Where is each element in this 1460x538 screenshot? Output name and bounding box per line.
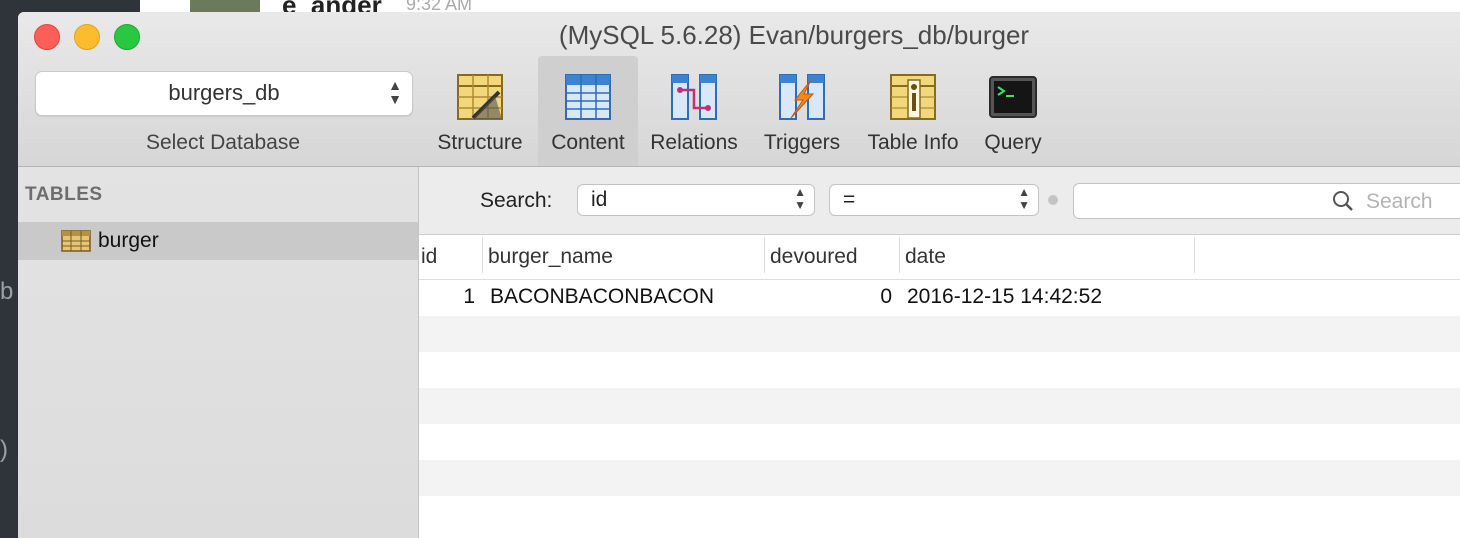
chevron-up-down-icon: ▲ ▼ <box>388 77 402 107</box>
tab-query[interactable]: Query <box>963 56 1063 166</box>
column-header-row: id burger_name devoured date <box>419 235 1460 280</box>
filter-operator-value: = <box>843 188 856 211</box>
tab-triggers[interactable]: Triggers <box>752 56 852 166</box>
chevron-up-down-icon: ▲ ▼ <box>794 185 806 212</box>
column-header-date[interactable]: date <box>905 245 946 269</box>
table-icon <box>61 230 91 252</box>
table-info-icon <box>890 74 936 120</box>
tab-query-label: Query <box>984 131 1042 154</box>
column-separator[interactable] <box>482 237 483 273</box>
tab-table-info[interactable]: Table Info <box>863 56 963 166</box>
cell-devoured[interactable]: 0 <box>770 285 892 309</box>
column-header-burger-name[interactable]: burger_name <box>488 245 613 269</box>
app-window: (MySQL 5.6.28) Evan/burgers_db/burger bu… <box>18 12 1460 538</box>
tab-structure-label: Structure <box>437 131 523 154</box>
data-grid: id burger_name devoured date 1 BACONBACO… <box>419 235 1460 538</box>
filter-field-value: id <box>591 188 608 211</box>
background-text-fragment: b <box>0 278 14 305</box>
relations-icon <box>671 74 717 120</box>
window-title: (MySQL 5.6.28) Evan/burgers_db/burger <box>558 20 1030 50</box>
empty-row <box>419 460 1460 496</box>
column-separator[interactable] <box>1194 237 1195 273</box>
toolbar: (MySQL 5.6.28) Evan/burgers_db/burger bu… <box>18 12 1460 167</box>
empty-row <box>419 388 1460 424</box>
filter-status-dot <box>1048 195 1058 205</box>
column-header-devoured[interactable]: devoured <box>770 245 858 269</box>
filter-field-select[interactable]: id ▲ ▼ <box>577 184 815 216</box>
database-select-caption: Select Database <box>145 131 301 154</box>
search-placeholder: Search <box>1366 190 1433 213</box>
sidebar-header: TABLES <box>25 184 103 205</box>
background-avatar <box>190 0 260 12</box>
empty-row <box>419 496 1460 532</box>
sidebar: TABLES burger <box>18 167 419 538</box>
column-header-id[interactable]: id <box>421 245 437 269</box>
tab-table-info-label: Table Info <box>867 131 959 154</box>
sidebar-item-burger[interactable]: burger <box>18 222 418 260</box>
cell-id[interactable]: 1 <box>419 285 475 309</box>
content-pane: Search: id ▲ ▼ = ▲ ▼ Search id burger_na… <box>419 167 1460 538</box>
database-select-value: burgers_db <box>168 80 280 105</box>
tab-triggers-label: Triggers <box>763 131 841 154</box>
sidebar-item-label: burger <box>98 229 159 252</box>
content-icon <box>565 74 611 120</box>
table-body: 1 BACONBACONBACON 0 2016-12-15 14:42:52 <box>419 280 1460 532</box>
tab-relations-label: Relations <box>650 131 738 154</box>
query-icon <box>989 76 1037 118</box>
column-separator[interactable] <box>899 237 900 273</box>
empty-row <box>419 352 1460 388</box>
empty-row <box>419 316 1460 352</box>
tab-content-label: Content <box>551 131 625 154</box>
tab-structure[interactable]: Structure <box>430 56 530 166</box>
empty-row <box>419 424 1460 460</box>
search-label: Search: <box>480 189 553 212</box>
column-separator[interactable] <box>764 237 765 273</box>
search-input[interactable]: Search <box>1073 183 1460 219</box>
tab-content[interactable]: Content <box>538 56 638 166</box>
table-row[interactable]: 1 BACONBACONBACON 0 2016-12-15 14:42:52 <box>419 280 1460 316</box>
filter-operator-select[interactable]: = ▲ ▼ <box>829 184 1039 216</box>
tab-relations[interactable]: Relations <box>644 56 744 166</box>
cell-date[interactable]: 2016-12-15 14:42:52 <box>907 285 1102 309</box>
background-text-fragment: ) <box>0 436 8 463</box>
structure-icon <box>457 74 503 120</box>
filter-bar: Search: id ▲ ▼ = ▲ ▼ Search <box>419 167 1460 235</box>
search-icon <box>1333 191 1353 211</box>
cell-burger-name[interactable]: BACONBACONBACON <box>490 285 714 309</box>
triggers-icon <box>779 74 825 120</box>
database-select[interactable]: burgers_db ▲ ▼ <box>35 71 413 116</box>
chevron-up-down-icon: ▲ ▼ <box>1018 185 1030 212</box>
